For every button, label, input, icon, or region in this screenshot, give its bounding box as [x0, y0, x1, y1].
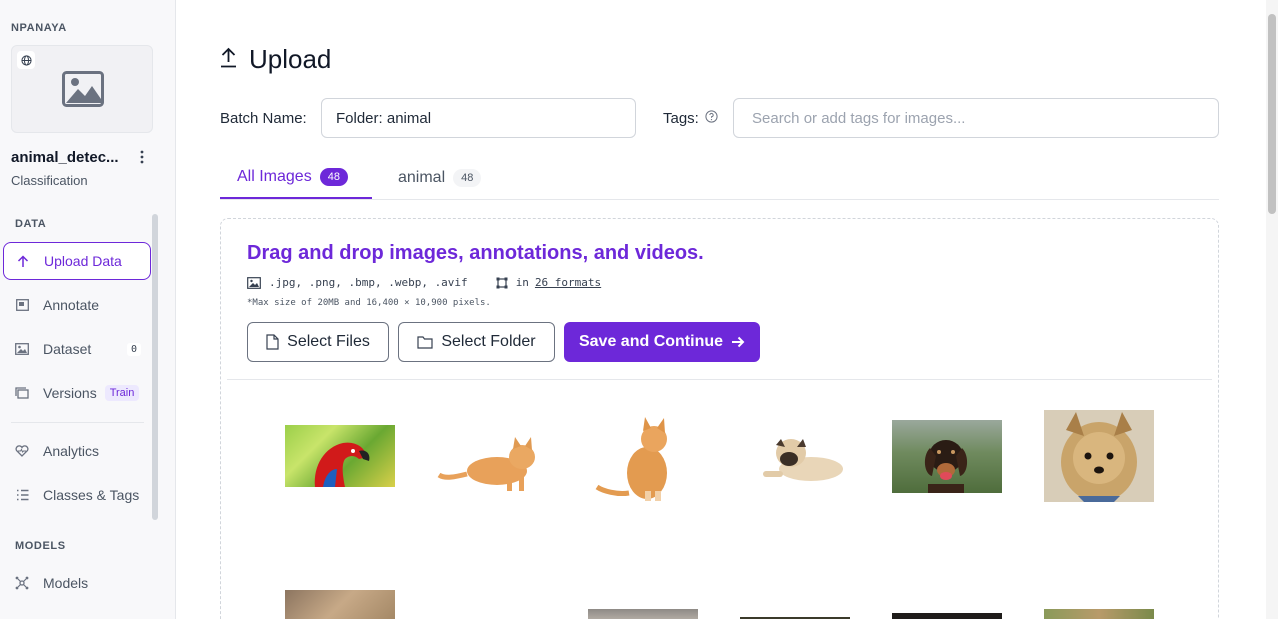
image-tabs: All Images 48 animal 48 [220, 157, 1219, 200]
classes-icon [15, 488, 29, 502]
image-thumbnail-row2-6[interactable] [1044, 609, 1154, 619]
image-thumbnail-pug[interactable] [741, 427, 851, 487]
analytics-icon [15, 444, 29, 458]
sidebar-item-models[interactable]: Models [3, 564, 151, 602]
supported-formats: .jpg, .png, .bmp, .webp, .avif in 26 for… [247, 276, 601, 289]
dropzone-divider [227, 379, 1212, 380]
main-content: Upload Batch Name: Tags: All Images 48 a… [177, 0, 1263, 619]
project-type: Classification [11, 173, 88, 188]
page-title: Upload [220, 44, 331, 75]
main-scrollbar-thumb[interactable] [1268, 14, 1276, 214]
train-badge: Train [104, 385, 140, 401]
section-label-data: DATA [15, 218, 47, 230]
image-thumbnail-dachshund[interactable] [892, 420, 1002, 493]
tags-search-input[interactable] [733, 98, 1219, 138]
sidebar-item-label: Analytics [43, 443, 100, 459]
arrow-right-icon [731, 336, 745, 348]
tab-label: animal [398, 169, 446, 186]
versions-icon [15, 386, 29, 400]
sidebar-item-label: Annotate [43, 297, 100, 313]
dataset-count-badge: 0 [126, 342, 141, 356]
select-files-button[interactable]: Select Files [247, 322, 389, 362]
models-icon [15, 576, 29, 590]
dropzone-title: Drag and drop images, annotations, and v… [247, 242, 704, 264]
sidebar-item-classes-tags[interactable]: Classes & Tags [3, 476, 151, 514]
sidebar-item-label: Classes & Tags [43, 487, 140, 503]
tab-all-images[interactable]: All Images 48 [220, 157, 372, 199]
workspace-name[interactable]: NPANAYA [11, 22, 67, 34]
image-thumbnail-yorkie[interactable] [1044, 410, 1154, 502]
annotate-icon [15, 298, 29, 312]
batch-name-label: Batch Name: [220, 110, 307, 127]
batch-name-input[interactable] [321, 98, 636, 138]
image-thumbnail-cat-sitting[interactable] [589, 411, 699, 503]
upload-dropzone[interactable]: Drag and drop images, annotations, and v… [220, 218, 1219, 619]
sidebar-item-label: Versions [43, 385, 97, 401]
project-name[interactable]: animal_detec... [11, 149, 131, 166]
image-thumbnail-row2-3[interactable] [588, 609, 698, 619]
sidebar-item-versions[interactable]: Versions Train [3, 374, 151, 412]
upload-icon [16, 254, 30, 268]
folder-icon [417, 335, 433, 349]
annotation-formats-link[interactable]: 26 formats [535, 276, 601, 289]
dataset-icon [15, 342, 29, 356]
sidebar-divider [11, 422, 144, 423]
file-icon [266, 334, 279, 350]
tab-count-badge: 48 [319, 168, 348, 186]
image-thumbnail-parrot[interactable] [285, 425, 395, 487]
image-formats-text: .jpg, .png, .bmp, .webp, .avif [269, 276, 468, 289]
image-thumbnail-row2-2[interactable] [437, 613, 547, 619]
sidebar: NPANAYA animal_detec... Classification D… [0, 0, 176, 619]
help-icon[interactable] [705, 110, 718, 127]
more-options-icon[interactable] [136, 148, 148, 166]
section-label-models: MODELS [15, 540, 66, 552]
sidebar-item-label: Models [43, 575, 89, 591]
sidebar-item-analytics[interactable]: Analytics [3, 432, 151, 470]
annotation-prefix: in [515, 276, 529, 289]
select-folder-button[interactable]: Select Folder [398, 322, 555, 362]
sidebar-item-upload-data[interactable]: Upload Data [3, 242, 151, 280]
tags-label-text: Tags: [663, 110, 699, 127]
project-thumbnail[interactable] [11, 45, 153, 133]
sidebar-item-annotate[interactable]: Annotate [3, 286, 151, 324]
globe-icon[interactable] [17, 51, 35, 69]
select-folder-label: Select Folder [441, 333, 536, 350]
tab-label: All Images [237, 168, 312, 185]
sidebar-item-label: Dataset [43, 341, 92, 357]
save-and-continue-label: Save and Continue [578, 333, 724, 350]
sidebar-item-dataset[interactable]: Dataset 0 [3, 330, 151, 368]
image-thumbnail-row2-1[interactable] [285, 590, 395, 619]
upload-title-icon [220, 46, 237, 73]
image-placeholder-icon [62, 71, 104, 112]
sidebar-item-label: Upload Data [44, 253, 122, 269]
save-and-continue-button[interactable]: Save and Continue [564, 322, 760, 362]
sidebar-scrollbar[interactable] [152, 214, 158, 520]
annotation-format-icon [496, 277, 508, 289]
page-title-text: Upload [249, 44, 332, 74]
image-thumbnail-cat-lying[interactable] [437, 419, 547, 494]
tags-label: Tags: [663, 110, 718, 127]
tab-count-badge: 48 [453, 169, 482, 187]
image-thumbnail-row2-5[interactable] [892, 613, 1002, 619]
select-files-label: Select Files [287, 333, 370, 350]
size-limit-note: *Max size of 20MB and 16,400 × 10,900 pi… [247, 298, 491, 308]
tab-animal[interactable]: animal 48 [398, 157, 482, 199]
main-scrollbar[interactable] [1266, 0, 1278, 619]
image-format-icon [247, 276, 261, 289]
